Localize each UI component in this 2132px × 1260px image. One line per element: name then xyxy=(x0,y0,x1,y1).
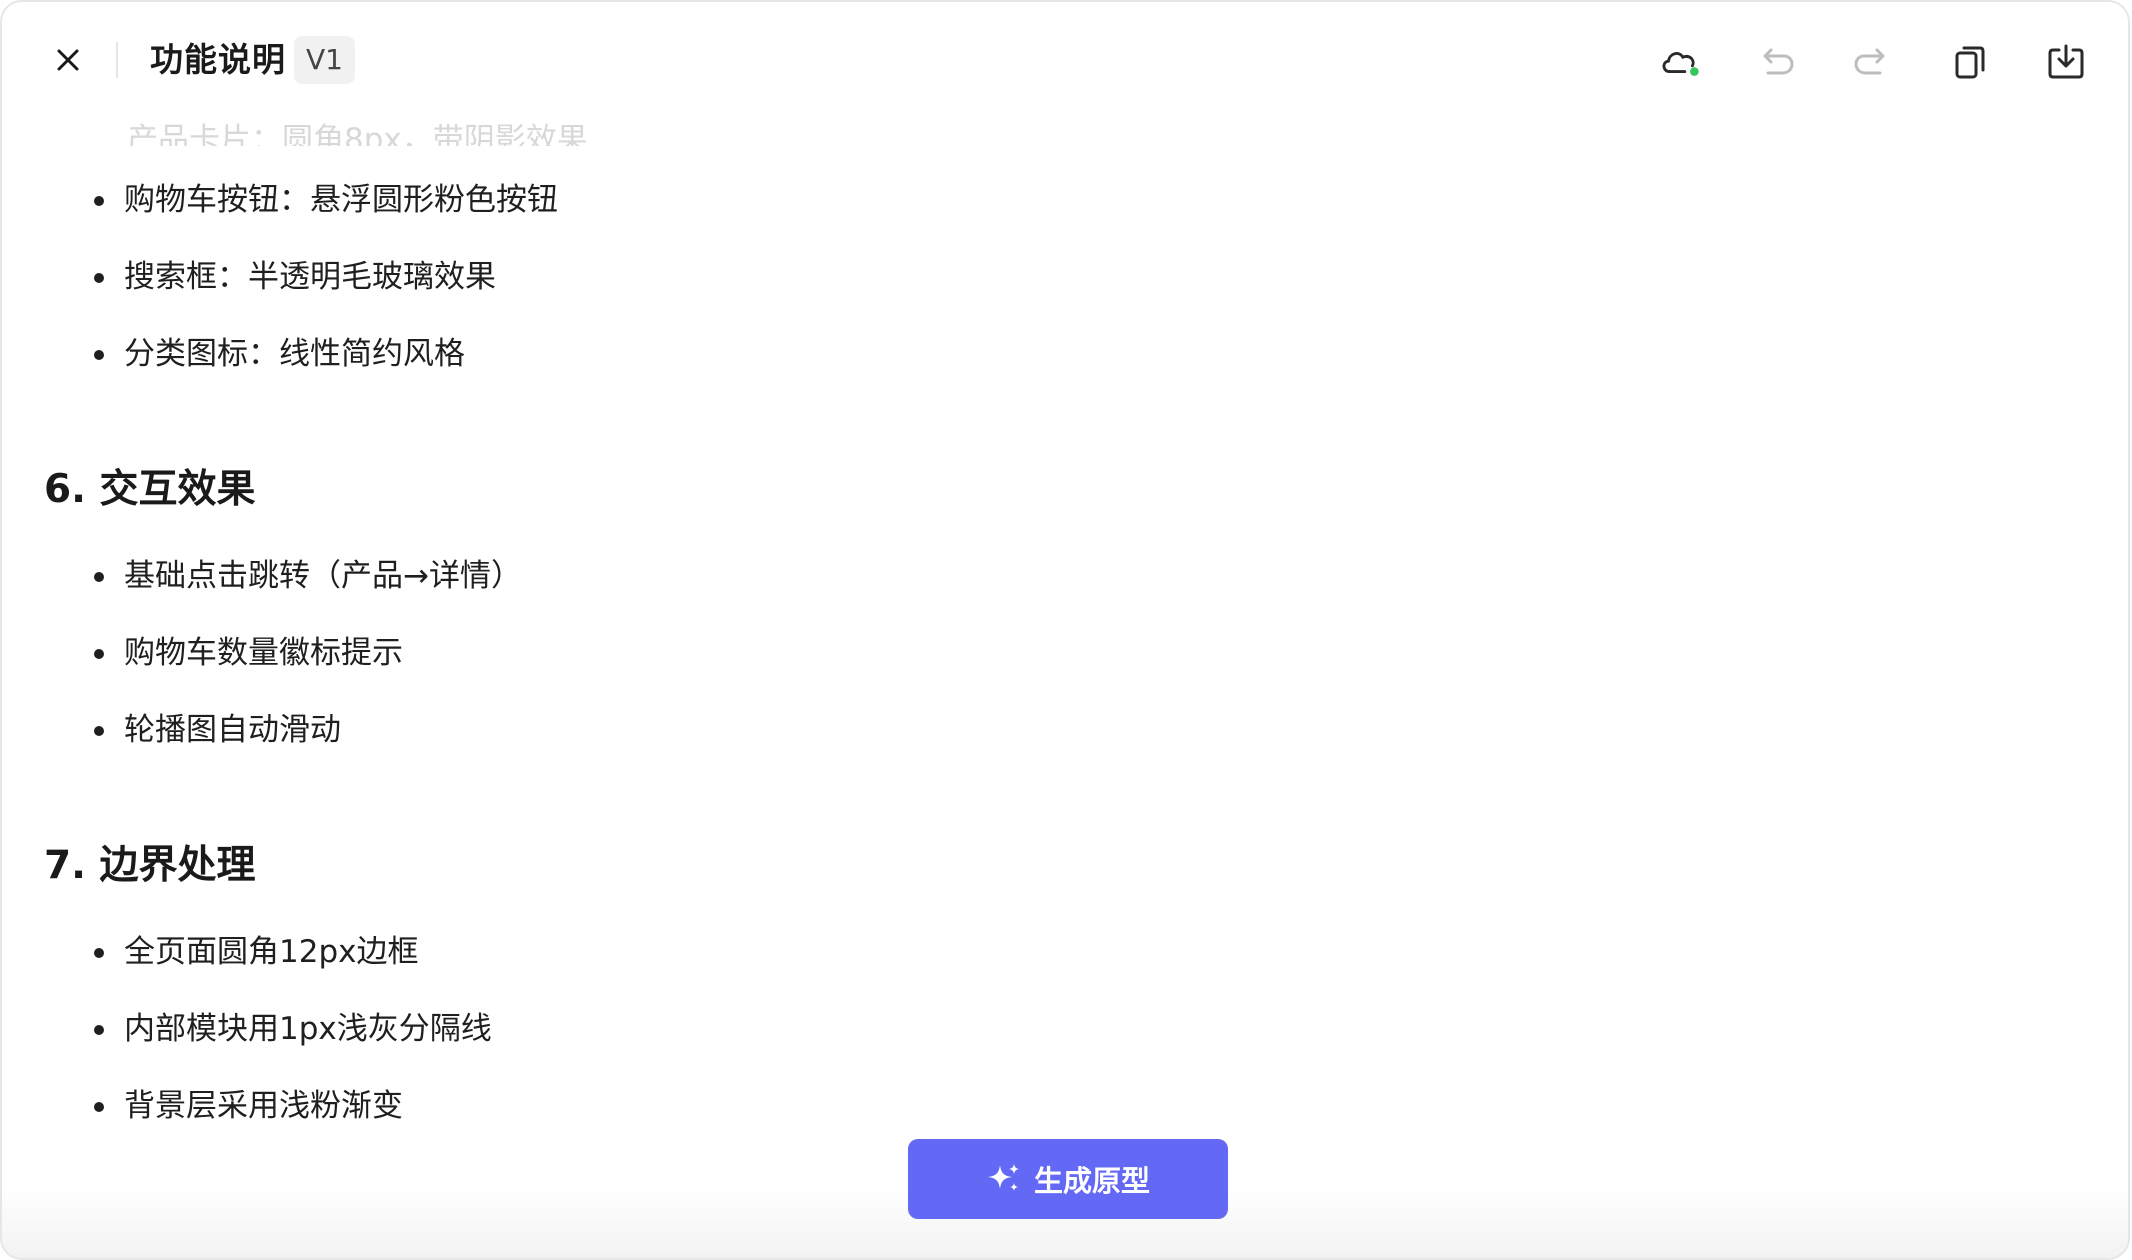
copy-icon xyxy=(1955,46,1985,79)
header-divider xyxy=(116,42,118,78)
close-button[interactable] xyxy=(48,40,88,80)
top-bar: 功能说明 V1 xyxy=(2,2,2128,114)
close-icon xyxy=(57,49,79,71)
list-item: 分类图标：线性简约风格 xyxy=(94,332,465,376)
version-badge[interactable]: V1 xyxy=(294,36,355,84)
page-title: 功能说明 xyxy=(150,40,286,79)
list-item: 基础点击跳转（产品→详情） xyxy=(94,554,522,598)
generate-button-label: 生成原型 xyxy=(1033,1164,1150,1198)
document-content: 产品卡片：圆角8px，带阴影效果 购物车按钮：悬浮圆形粉色按钮 搜索框：半透明毛… xyxy=(2,114,2128,1258)
list-item: 轮播图自动滑动 xyxy=(94,708,341,752)
list-item: 全页面圆角12px边框 xyxy=(93,930,418,974)
list-item: 购物车数量徽标提示 xyxy=(94,631,403,675)
list-item: 背景层采用浅粉渐变 xyxy=(94,1084,403,1128)
copy-button[interactable] xyxy=(1948,40,1992,84)
redo-icon xyxy=(1854,48,1885,75)
generate-prototype-button[interactable]: 生成原型 xyxy=(908,1139,1228,1219)
download-icon xyxy=(2048,44,2084,79)
download-button[interactable] xyxy=(2044,40,2088,84)
document-panel: 功能说明 V1 产品卡片：圆角8px，带阴影效果 购物车按钮：悬浮圆形粉色按钮 … xyxy=(0,0,2130,1260)
faded-list-item: 产品卡片：圆角8px，带阴影效果 xyxy=(94,118,588,146)
list-item: 购物车按钮：悬浮圆形粉色按钮 xyxy=(94,178,558,222)
section-heading: 7. 边界处理 xyxy=(44,843,256,888)
redo-button[interactable] xyxy=(1850,40,1894,84)
undo-icon xyxy=(1763,48,1794,75)
undo-button[interactable] xyxy=(1754,40,1798,84)
list-item: 内部模块用1px浅灰分隔线 xyxy=(94,1007,492,1051)
sparkle-icon xyxy=(987,1164,1019,1191)
cloud-sync-button[interactable] xyxy=(1658,40,1702,84)
cloud-sync-icon xyxy=(1662,52,1699,76)
list-item: 搜索框：半透明毛玻璃效果 xyxy=(94,255,496,299)
section-heading: 6. 交互效果 xyxy=(44,467,256,512)
list-item-text: 产品卡片：圆角8px，带阴影效果 xyxy=(127,122,588,146)
